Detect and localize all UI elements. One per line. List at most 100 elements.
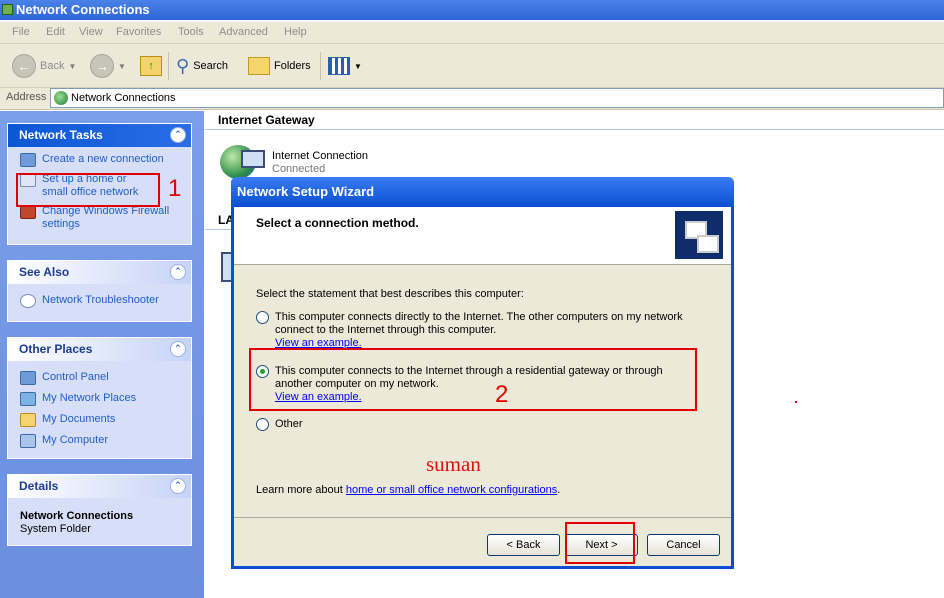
- collapse-icon[interactable]: ⌃: [170, 127, 186, 143]
- see-also-list: Network Troubleshooter: [8, 284, 191, 314]
- place-control-panel[interactable]: Control Panel: [20, 371, 191, 385]
- menu-view[interactable]: View: [79, 26, 103, 38]
- back-arrow-icon: ←: [12, 54, 36, 78]
- see-also-title: See Also: [19, 265, 70, 279]
- place-my-computer[interactable]: My Computer: [20, 434, 191, 448]
- option-text: Other: [275, 418, 303, 430]
- folders-button[interactable]: Folders: [248, 53, 311, 79]
- wizard-title-bar[interactable]: Network Setup Wizard: [231, 177, 734, 207]
- menu-favorites[interactable]: Favorites: [116, 26, 161, 38]
- up-folder-button[interactable]: ↑: [140, 53, 162, 79]
- search-icon: ⚲: [176, 55, 190, 76]
- details-panel: Details ⌃ Network Connections System Fol…: [7, 474, 192, 546]
- collapse-icon[interactable]: ⌃: [170, 478, 186, 494]
- views-button[interactable]: ▼: [328, 53, 362, 79]
- task-network-troubleshooter[interactable]: Network Troubleshooter: [20, 294, 191, 308]
- wizard-prompt: Select the statement that best describes…: [256, 288, 524, 300]
- menu-file[interactable]: File: [12, 26, 30, 38]
- search-button[interactable]: ⚲ Search: [176, 53, 228, 79]
- details-type: System Folder: [20, 523, 91, 535]
- menu-bar: File Edit View Favorites Tools Advanced …: [0, 22, 944, 44]
- other-places-title: Other Places: [19, 342, 93, 356]
- details-name: Network Connections: [20, 510, 134, 522]
- collapse-icon[interactable]: ⌃: [170, 341, 186, 357]
- details-title: Details: [19, 479, 59, 493]
- window-title: Network Connections: [16, 2, 150, 17]
- group-internet-gateway: Internet Gateway: [205, 112, 944, 130]
- monitor-icon: [241, 150, 265, 168]
- network-configurations-link[interactable]: home or small office network configurati…: [346, 484, 557, 496]
- highlight-box-gateway-option: [249, 348, 697, 411]
- cancel-button[interactable]: Cancel: [647, 534, 720, 556]
- views-dropdown-icon[interactable]: ▼: [354, 62, 362, 71]
- other-places-list: Control Panel My Network Places My Docum…: [8, 361, 191, 454]
- address-label: Address: [6, 91, 47, 103]
- learn-more-suffix: .: [557, 484, 561, 496]
- up-folder-icon: ↑: [140, 56, 162, 76]
- menu-edit[interactable]: Edit: [46, 26, 65, 38]
- option-direct-connection[interactable]: This computer connects directly to the I…: [256, 311, 696, 350]
- toolbar: ← Back ▼ → ▼ ↑ ⚲ Search Folders ▼: [0, 44, 944, 88]
- option-text: This computer connects directly to the I…: [275, 311, 683, 336]
- forward-arrow-icon: →: [90, 54, 114, 78]
- network-connections-icon: [2, 4, 13, 15]
- place-label: Control Panel: [42, 371, 109, 383]
- internet-connection-item[interactable]: Internet Connection Connected: [272, 150, 368, 176]
- forward-button[interactable]: → ▼: [90, 53, 126, 79]
- task-firewall-settings[interactable]: Change Windows Firewall settings: [20, 205, 191, 231]
- wizard-header: Select a connection method.: [234, 207, 731, 265]
- wizard-title: Network Setup Wizard: [237, 184, 375, 199]
- menu-help[interactable]: Help: [284, 26, 307, 38]
- toolbar-separator: [320, 52, 321, 80]
- new-connection-icon: [20, 153, 36, 167]
- address-bar: Address Network Connections: [0, 88, 944, 110]
- address-field[interactable]: Network Connections: [50, 88, 944, 108]
- network-places-icon: [20, 392, 36, 406]
- search-label: Search: [193, 60, 229, 72]
- window-title-bar: Network Connections: [0, 0, 944, 20]
- other-places-panel: Other Places ⌃ Control Panel My Network …: [7, 337, 192, 459]
- place-label: My Network Places: [42, 392, 137, 404]
- highlight-box-next-button: [565, 522, 635, 564]
- annotation-number-1: 1: [168, 175, 182, 202]
- learn-more-text: Learn more about home or small office ne…: [256, 484, 560, 496]
- address-value: Network Connections: [71, 92, 176, 104]
- task-label: Network Troubleshooter: [42, 294, 159, 306]
- details-header[interactable]: Details ⌃: [8, 475, 191, 498]
- details-body: Network Connections System Folder: [8, 498, 191, 542]
- collapse-icon[interactable]: ⌃: [170, 264, 186, 280]
- network-computers-icon: [675, 211, 723, 259]
- control-panel-icon: [20, 371, 36, 385]
- info-icon: [20, 294, 36, 308]
- toolbar-separator: [168, 52, 169, 80]
- my-computer-icon: [20, 434, 36, 448]
- my-documents-icon: [20, 413, 36, 427]
- option-other[interactable]: Other: [256, 418, 696, 431]
- connection-name: Internet Connection: [272, 150, 369, 162]
- network-tasks-header[interactable]: Network Tasks ⌃: [8, 124, 191, 147]
- back-label: Back: [40, 60, 65, 72]
- highlight-box-setup-network: [16, 173, 160, 207]
- place-my-network-places[interactable]: My Network Places: [20, 392, 191, 406]
- place-label: My Documents: [42, 413, 116, 425]
- radio-direct-connection[interactable]: [256, 311, 269, 324]
- menu-tools[interactable]: Tools: [178, 26, 204, 38]
- menu-advanced[interactable]: Advanced: [219, 26, 268, 38]
- radio-other[interactable]: [256, 418, 269, 431]
- back-dropdown-icon[interactable]: ▼: [68, 62, 76, 71]
- other-places-header[interactable]: Other Places ⌃: [8, 338, 191, 361]
- views-icon: [328, 57, 350, 75]
- see-also-header[interactable]: See Also ⌃: [8, 261, 191, 284]
- task-label: Change Windows Firewall settings: [42, 205, 170, 230]
- wizard-heading: Select a connection method.: [256, 216, 419, 230]
- place-my-documents[interactable]: My Documents: [20, 413, 191, 427]
- place-label: My Computer: [42, 434, 109, 446]
- task-label: Create a new connection: [42, 153, 164, 165]
- task-create-connection[interactable]: Create a new connection: [20, 153, 191, 167]
- back-button[interactable]: < Back: [487, 534, 560, 556]
- back-button[interactable]: ← Back ▼: [12, 53, 76, 79]
- watermark-text: suman: [426, 452, 481, 476]
- folders-label: Folders: [274, 60, 311, 72]
- forward-dropdown-icon[interactable]: ▼: [118, 62, 126, 71]
- annotation-number-2: 2: [495, 381, 509, 408]
